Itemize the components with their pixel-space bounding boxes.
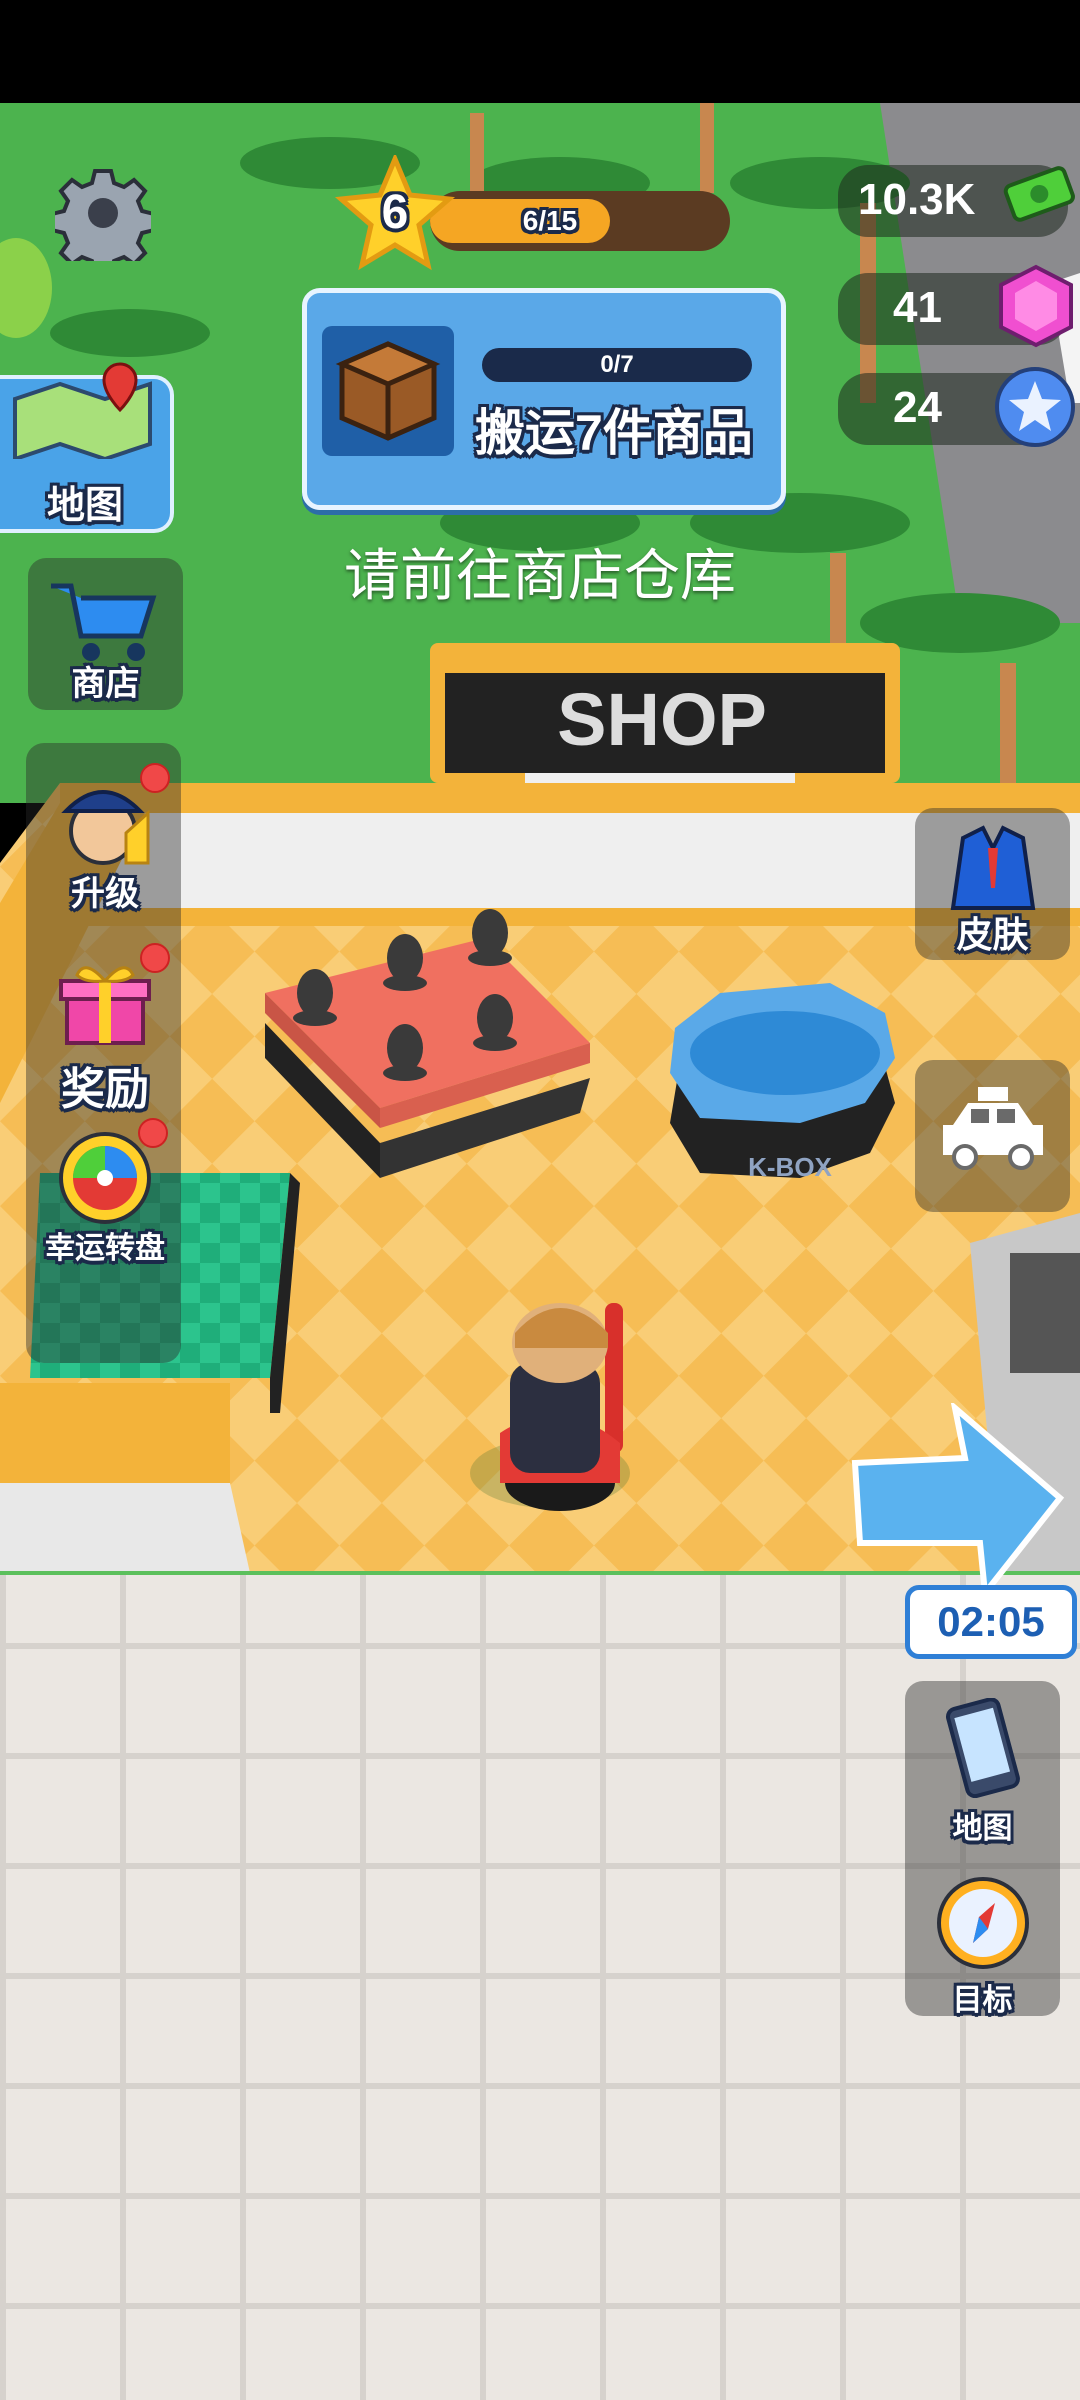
- gem-value: 41: [893, 283, 942, 332]
- status-bar: [0, 0, 1080, 103]
- star-coin-value: 24: [893, 383, 942, 432]
- map-label: 地图: [46, 485, 123, 527]
- quest-card[interactable]: 0/7 搬运7件商品: [302, 288, 786, 510]
- settings-button[interactable]: [50, 165, 156, 275]
- kbox-station: K-BOX: [670, 983, 895, 1182]
- quest-progress-text: 0/7: [600, 351, 634, 378]
- kbox-label: K-BOX: [748, 1152, 832, 1182]
- phone-map-label: 地图: [952, 1812, 1013, 1845]
- cash-value: 10.3K: [858, 175, 976, 224]
- police-avatar-icon: [61, 790, 150, 865]
- reward-notification-dot: [140, 943, 170, 973]
- upgrade-button[interactable]: 升级: [30, 763, 180, 913]
- quest-progress-bar: 0/7: [482, 348, 752, 382]
- game-scene[interactable]: SHOP K-BOX 6/15 6 10.3K 41 24 0/7 搬运7件商品…: [0, 103, 1080, 2400]
- star-coin-icon: [993, 365, 1077, 449]
- arrow-right-icon: [851, 1400, 1065, 1601]
- shop-button[interactable]: 商店: [28, 558, 183, 710]
- taxi-button[interactable]: [915, 1060, 1070, 1212]
- reward-label: 奖励: [61, 1065, 149, 1114]
- skin-button[interactable]: 皮肤: [915, 808, 1070, 960]
- wheel-notification-dot: [138, 1118, 168, 1148]
- upgrade-notification-dot: [140, 763, 170, 793]
- target-button[interactable]: 目标: [905, 1873, 1060, 2023]
- level-number: 6: [381, 186, 409, 239]
- skin-label: 皮肤: [956, 914, 1029, 955]
- map-button[interactable]: 地图: [0, 362, 174, 533]
- box-icon: [335, 341, 441, 441]
- guide-arrow: [845, 1400, 1070, 1603]
- cash-icon: [1000, 158, 1078, 228]
- gem-icon: [995, 263, 1077, 349]
- phone-icon: [946, 1698, 1020, 1798]
- car-icon: [943, 1087, 1043, 1170]
- lucky-wheel-label: 幸运转盘: [45, 1232, 165, 1265]
- shop-label: 商店: [71, 665, 140, 703]
- gift-icon: [59, 966, 151, 1045]
- timer-badge[interactable]: 02:05: [905, 1585, 1077, 1659]
- gear-icon: [50, 169, 156, 275]
- xp-text: 6/15: [522, 205, 578, 236]
- suit-icon: [950, 825, 1036, 910]
- timer-text: 02:05: [937, 1598, 1045, 1645]
- level-star: 6: [334, 152, 456, 275]
- lucky-wheel-button[interactable]: 幸运转盘: [20, 1118, 190, 1278]
- shop-sign-text: SHOP: [557, 678, 767, 761]
- quest-title: 搬运7件商品: [475, 405, 753, 461]
- upgrade-label: 升级: [71, 875, 139, 913]
- xp-bar: 6/15: [430, 191, 730, 251]
- map-icon: [13, 362, 152, 459]
- hint-text: 请前往商店仓库: [344, 544, 736, 607]
- compass-icon: [937, 1877, 1029, 1969]
- quest-icon-box: [322, 326, 454, 456]
- wheel-icon: [59, 1132, 151, 1224]
- cart-icon: [51, 583, 157, 661]
- reward-button[interactable]: 奖励: [30, 943, 180, 1114]
- target-label: 目标: [952, 1984, 1013, 2017]
- phone-map-button[interactable]: 地图: [905, 1698, 1060, 1848]
